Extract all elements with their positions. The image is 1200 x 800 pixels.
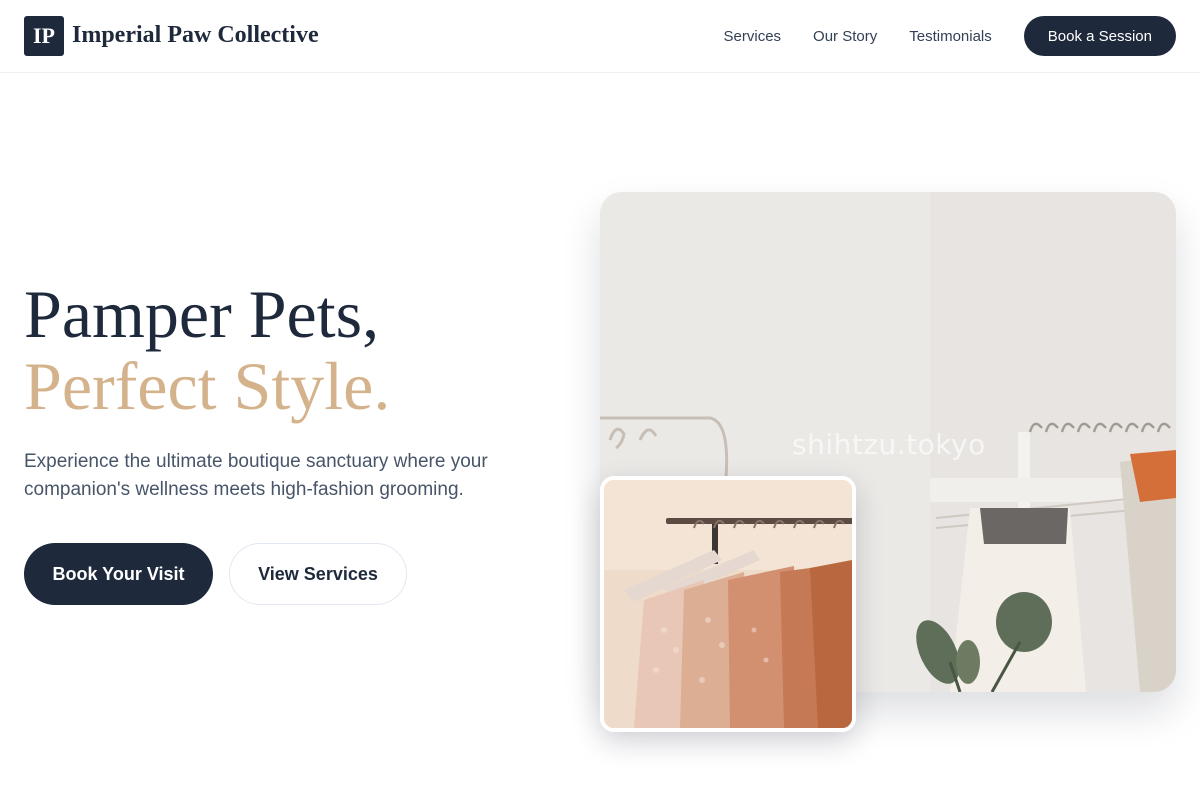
hero-title-line-1: Pamper Pets, xyxy=(24,276,380,352)
hero-title-line-2: Perfect Style. xyxy=(24,348,391,424)
logo-mark[interactable]: IP xyxy=(24,16,64,56)
site-header: IP Imperial Paw Collective Services Our … xyxy=(0,0,1200,73)
hero-subtitle: Experience the ultimate boutique sanctua… xyxy=(24,451,488,500)
brand-name[interactable]: Imperial Paw Collective xyxy=(72,22,319,49)
book-visit-button[interactable]: Book Your Visit xyxy=(24,543,213,605)
inset-image xyxy=(600,476,856,732)
book-session-button[interactable]: Book a Session xyxy=(1023,16,1176,56)
hero-title: Pamper Pets, Perfect Style. xyxy=(24,278,390,422)
image-watermark: shihtzu.tokyo xyxy=(792,428,986,461)
nav-link-our-story[interactable]: Our Story xyxy=(813,28,877,45)
main-nav: Services Our Story Testimonials Book a S… xyxy=(724,16,1176,56)
hanging-dresses-photo-icon xyxy=(604,480,852,728)
view-services-button[interactable]: View Services xyxy=(229,543,407,605)
nav-link-services[interactable]: Services xyxy=(724,28,782,45)
nav-link-testimonials[interactable]: Testimonials xyxy=(909,28,992,45)
